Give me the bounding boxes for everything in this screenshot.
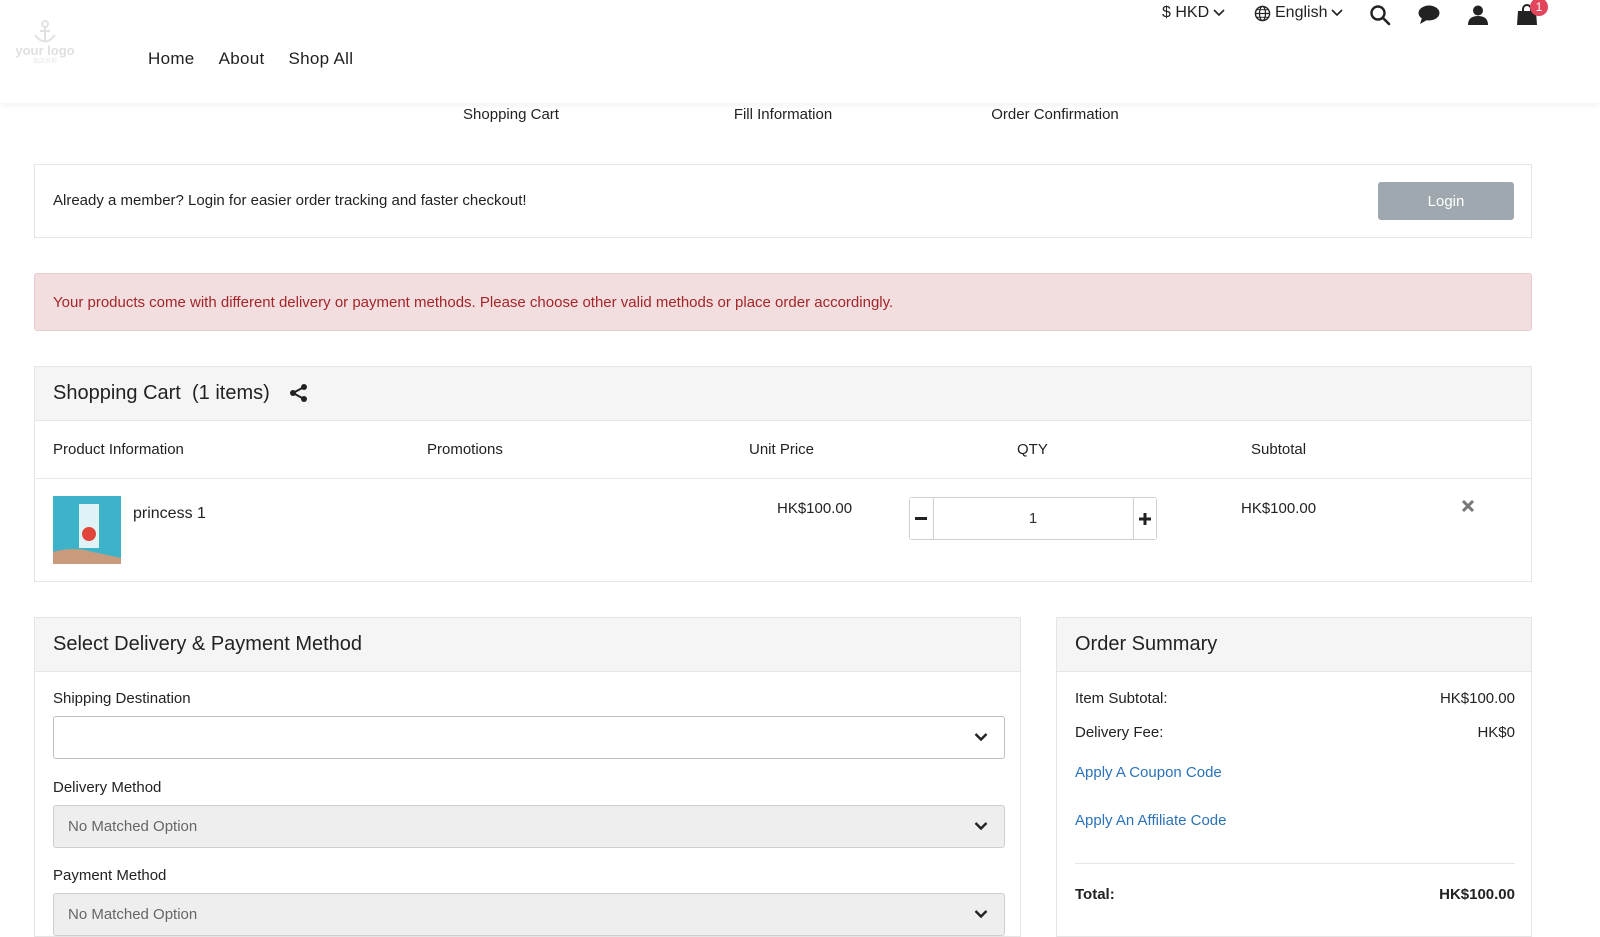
remove-item-icon[interactable] [1461, 499, 1475, 513]
order-summary-panel: Order Summary Item Subtotal: HK$100.00 D… [1056, 617, 1532, 937]
delivery-title: Select Delivery & Payment Method [53, 633, 363, 655]
logo-subtext: 商店名称 [32, 59, 57, 65]
shipping-destination-select[interactable] [53, 716, 1005, 759]
chevron-down-icon [1213, 9, 1225, 17]
chat-icon[interactable] [1416, 2, 1442, 28]
delivery-header: Select Delivery & Payment Method [35, 618, 1020, 672]
currency-selector[interactable]: $ HKD [1162, 4, 1225, 22]
item-subtotal-value: HK$100.00 [1439, 690, 1515, 707]
total-label: Total: [1075, 886, 1115, 903]
search-icon[interactable] [1367, 2, 1393, 28]
payment-method-value: No Matched Option [68, 906, 198, 923]
chevron-down-icon [974, 822, 988, 831]
login-button[interactable]: Login [1378, 182, 1514, 220]
col-qty: QTY [1017, 441, 1048, 458]
alert-message: Your products come with different delive… [53, 294, 894, 311]
language-selector[interactable]: English [1254, 4, 1344, 22]
step-label: Fill Information [733, 106, 833, 123]
language-label: English [1275, 4, 1328, 21]
delivery-method-select[interactable]: No Matched Option [53, 805, 1005, 848]
cart-item-row: princess 1 HK$100.00 HK$100.00 [35, 479, 1531, 581]
globe-icon [1254, 5, 1271, 21]
summary-total: Total: HK$100.00 [1075, 886, 1515, 903]
site-logo[interactable]: your logo 商店名称 [14, 20, 76, 74]
nav-about[interactable]: About [219, 49, 265, 69]
delivery-method-value: No Matched Option [68, 818, 198, 835]
product-thumbnail[interactable] [53, 496, 121, 564]
payment-method-select[interactable]: No Matched Option [53, 893, 1005, 936]
header-tools: $ HKD English 1 [1100, 0, 1600, 28]
main-nav: Home About Shop All [148, 49, 353, 69]
apply-affiliate-link[interactable]: Apply An Affiliate Code [1075, 812, 1227, 829]
increase-quantity-button[interactable] [1132, 498, 1156, 539]
total-value: HK$100.00 [1439, 886, 1515, 903]
delivery-fee-label: Delivery Fee: [1075, 724, 1164, 741]
summary-title: Order Summary [1075, 633, 1218, 655]
login-prompt-message: Already a member? Login for easier order… [53, 192, 527, 209]
cart-icon[interactable]: 1 [1514, 0, 1548, 28]
col-subtotal: Subtotal [1251, 441, 1307, 458]
plus-icon [1138, 512, 1151, 525]
minus-icon [915, 516, 928, 520]
payment-method-label: Payment Method [53, 867, 167, 884]
cart-title-text: Shopping Cart [53, 382, 181, 404]
step-label: Order Confirmation [991, 106, 1119, 123]
quantity-stepper [909, 497, 1157, 540]
login-prompt: Already a member? Login for easier order… [34, 164, 1532, 238]
chevron-down-icon [974, 733, 988, 742]
anchor-icon [34, 20, 56, 43]
item-subtotal-label: Item Subtotal: [1075, 690, 1168, 707]
delivery-payment-panel: Select Delivery & Payment Method Shippin… [34, 617, 1021, 937]
currency-label: $ HKD [1162, 4, 1210, 21]
decrease-quantity-button[interactable] [910, 498, 934, 539]
summary-delivery-fee: Delivery Fee: HK$0 [1075, 724, 1515, 741]
quantity-input[interactable] [933, 498, 1133, 539]
nav-home[interactable]: Home [148, 49, 195, 69]
summary-header: Order Summary [1057, 618, 1531, 672]
apply-coupon-link[interactable]: Apply A Coupon Code [1075, 764, 1222, 781]
cart-title: Shopping Cart (1 items) [53, 382, 270, 405]
chevron-down-icon [974, 910, 988, 919]
product-name[interactable]: princess 1 [133, 505, 206, 523]
warning-alert: Your products come with different delive… [34, 273, 1532, 331]
shopping-cart-panel: Shopping Cart (1 items) Product Informat… [34, 366, 1532, 582]
delivery-fee-value: HK$0 [1477, 724, 1515, 741]
cart-column-headers: Product Information Promotions Unit Pric… [35, 421, 1531, 479]
shipping-destination-label: Shipping Destination [53, 690, 191, 707]
cart-count-badge: 1 [1530, 0, 1548, 16]
site-header: your logo 商店名称 Home About Shop All $ HKD… [0, 0, 1600, 103]
col-unit-price: Unit Price [749, 441, 815, 458]
user-icon[interactable] [1465, 2, 1491, 28]
share-icon[interactable] [289, 383, 309, 403]
nav-shop-all[interactable]: Shop All [289, 49, 354, 69]
step-label: Shopping Cart [463, 106, 559, 123]
item-subtotal: HK$100.00 [1241, 500, 1317, 517]
cart-header: Shopping Cart (1 items) [35, 367, 1531, 421]
col-product-information: Product Information [53, 441, 184, 458]
logo-text: your logo [15, 43, 75, 58]
unit-price: HK$100.00 [777, 500, 853, 517]
cart-item-count: (1 items) [192, 382, 270, 404]
summary-divider [1075, 863, 1515, 864]
summary-item-subtotal: Item Subtotal: HK$100.00 [1075, 690, 1515, 707]
delivery-method-label: Delivery Method [53, 779, 162, 796]
chevron-down-icon [1331, 9, 1344, 17]
col-promotions: Promotions [427, 441, 503, 458]
